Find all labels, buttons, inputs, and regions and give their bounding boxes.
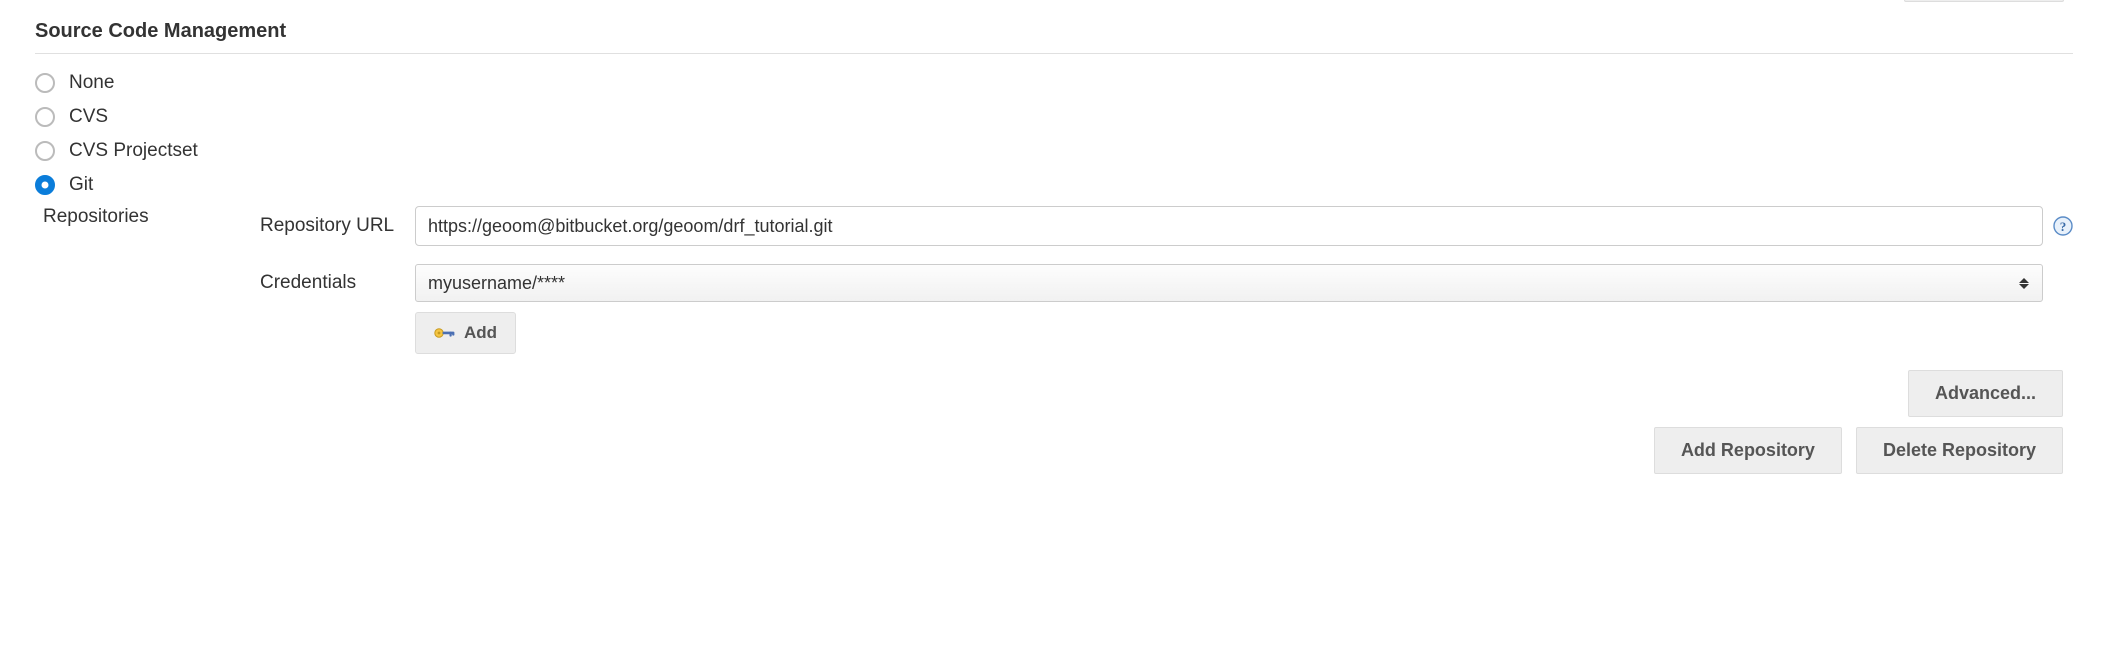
- section-title: Source Code Management: [35, 20, 2073, 54]
- delete-repository-button[interactable]: Delete Repository: [1856, 427, 2063, 474]
- key-icon: [434, 326, 456, 340]
- repositories-label: Repositories: [35, 206, 260, 474]
- svg-text:?: ?: [2060, 219, 2067, 234]
- add-repository-button[interactable]: Add Repository: [1654, 427, 1842, 474]
- advanced-button[interactable]: Advanced...: [1908, 370, 2063, 417]
- repository-url-label: Repository URL: [260, 215, 415, 237]
- radio-icon: [35, 73, 55, 93]
- scm-option-label: Git: [69, 174, 93, 196]
- radio-icon: [35, 175, 55, 195]
- scm-option-label: CVS Projectset: [69, 140, 198, 162]
- add-button-label: Add: [464, 323, 497, 343]
- scm-option-git[interactable]: Git: [35, 168, 2073, 202]
- credentials-select[interactable]: myusername/****: [415, 264, 2043, 302]
- scm-option-none[interactable]: None: [35, 66, 2073, 100]
- scm-option-cvs[interactable]: CVS: [35, 100, 2073, 134]
- top-button-stub: [1904, 0, 2064, 2]
- scm-option-cvs-projectset[interactable]: CVS Projectset: [35, 134, 2073, 168]
- add-credentials-button[interactable]: Add: [415, 312, 516, 354]
- scm-option-label: None: [69, 72, 114, 94]
- radio-icon: [35, 107, 55, 127]
- radio-icon: [35, 141, 55, 161]
- help-icon[interactable]: ?: [2053, 216, 2073, 236]
- scm-option-label: CVS: [69, 106, 108, 128]
- credentials-label: Credentials: [260, 272, 415, 294]
- repository-url-input[interactable]: [415, 206, 2043, 246]
- select-arrows-icon: [2018, 278, 2030, 289]
- credentials-value: myusername/****: [428, 273, 2018, 294]
